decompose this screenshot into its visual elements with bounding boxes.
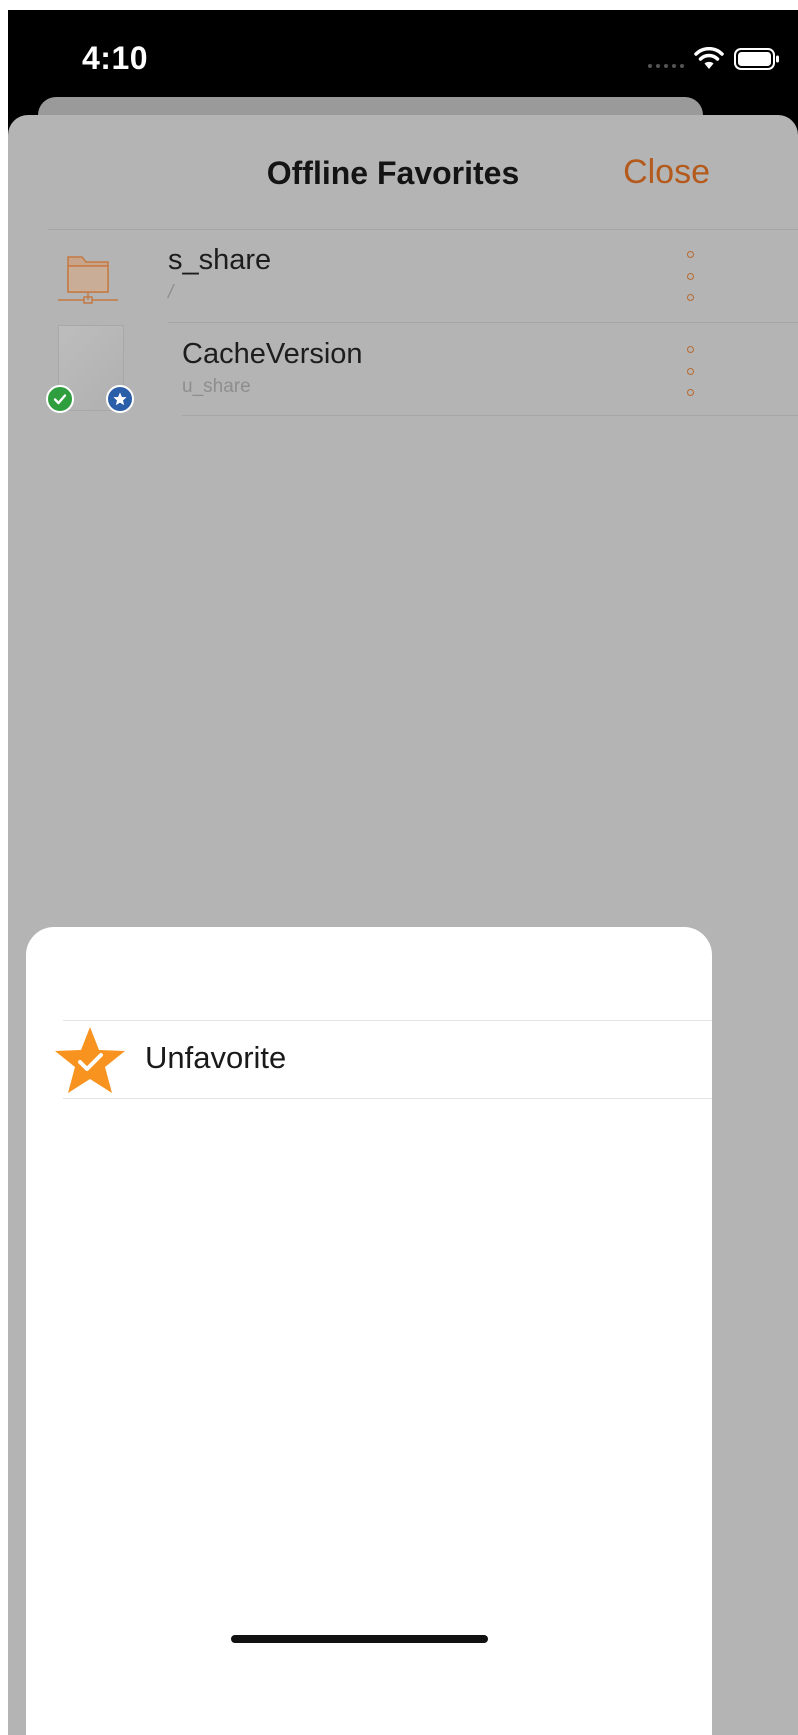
cellular-signal-icon xyxy=(648,64,684,68)
wifi-icon xyxy=(694,47,724,69)
unfavorite-star-icon xyxy=(55,1027,125,1093)
list-item-cacheversion[interactable]: CacheVersion u_share xyxy=(8,324,798,416)
list-item-title: CacheVersion xyxy=(182,338,363,370)
row-divider xyxy=(182,415,798,416)
close-button[interactable]: Close xyxy=(623,153,710,192)
row-divider xyxy=(168,322,798,323)
more-options-button[interactable] xyxy=(680,251,700,301)
list-item-subtitle: u_share xyxy=(182,376,251,397)
favorite-star-badge-icon xyxy=(106,385,134,413)
phone-screen: 4:10 Offline Favorites Close s_share / C… xyxy=(8,10,798,1735)
list-item-subtitle: / xyxy=(168,282,174,303)
action-divider xyxy=(63,1098,712,1099)
more-dot xyxy=(686,294,694,301)
more-options-button[interactable] xyxy=(680,346,700,396)
list-item-title: s_share xyxy=(168,244,272,276)
more-dot xyxy=(686,389,694,396)
action-sheet: Unfavorite xyxy=(26,927,712,1735)
battery-icon xyxy=(734,48,779,70)
home-indicator[interactable] xyxy=(231,1635,488,1643)
status-indicators xyxy=(648,44,780,74)
action-divider xyxy=(63,1020,712,1021)
unfavorite-label: Unfavorite xyxy=(145,1040,287,1075)
unfavorite-action[interactable]: Unfavorite xyxy=(26,1022,712,1098)
more-dot xyxy=(686,272,694,280)
more-dot xyxy=(686,346,694,353)
network-share-icon xyxy=(58,256,118,304)
status-time: 4:10 xyxy=(82,40,149,76)
synced-check-icon xyxy=(46,385,74,413)
list-item-s-share[interactable]: s_share / xyxy=(8,230,798,322)
more-dot xyxy=(686,251,694,258)
more-dot xyxy=(686,367,694,375)
